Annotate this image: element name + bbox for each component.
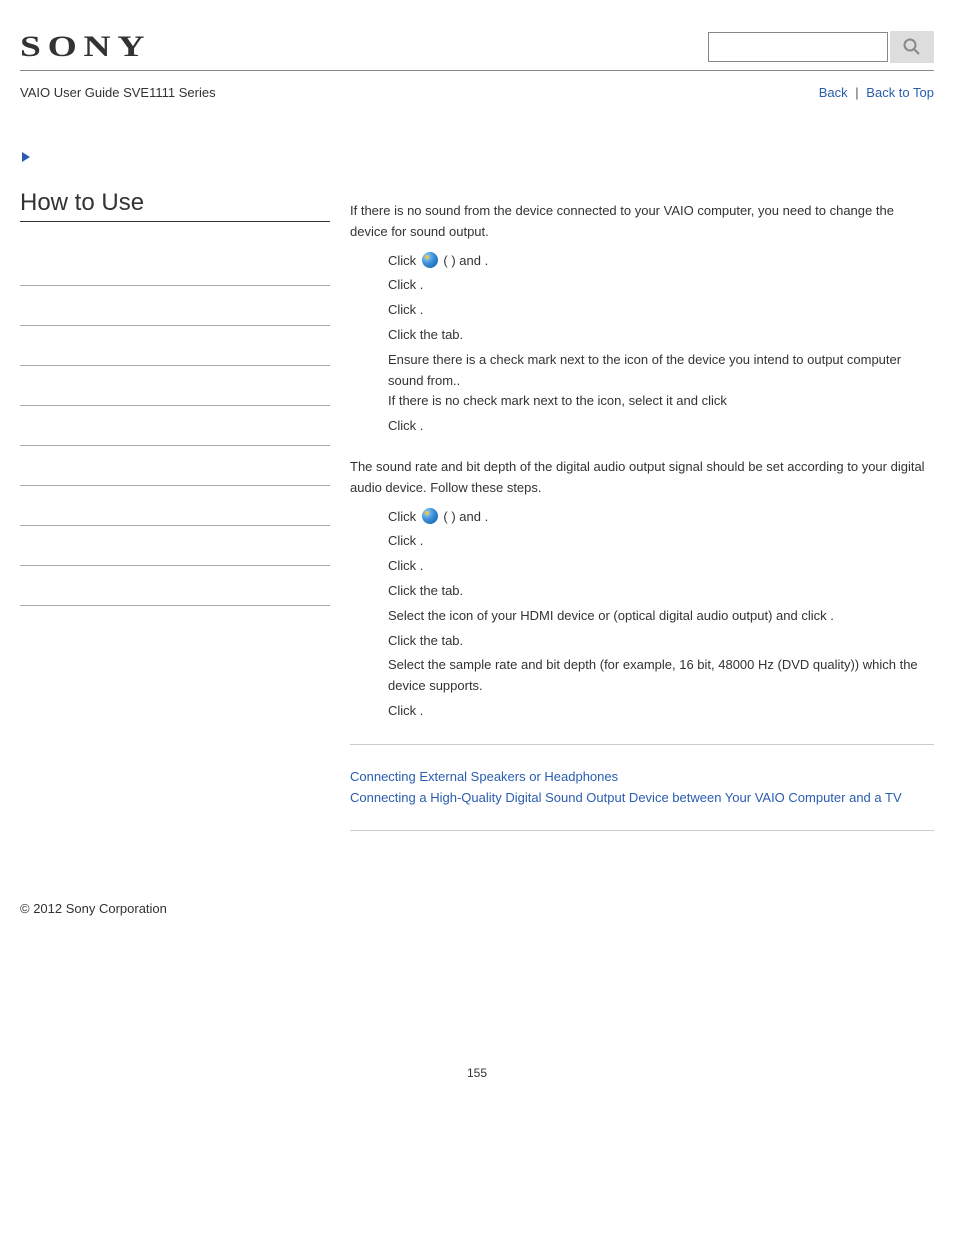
step-list-2: Click ( ) and . Click . Click . Click the t… <box>388 507 934 722</box>
step-item: Click the tab. <box>388 631 934 652</box>
sidebar-item[interactable] <box>20 566 330 606</box>
divider <box>350 830 934 831</box>
sidebar-item[interactable] <box>20 326 330 366</box>
step-item: Ensure there is a check mark next to the… <box>388 350 934 412</box>
main-content: If there is no sound from the device con… <box>350 187 934 853</box>
intro-paragraph-1: If there is no sound from the device con… <box>350 201 934 243</box>
step-item: Click ( ) and . <box>388 507 934 528</box>
sidebar-item[interactable] <box>20 446 330 486</box>
step-item: Click the tab. <box>388 325 934 346</box>
sidebar-item[interactable] <box>20 366 330 406</box>
search-icon <box>902 37 922 57</box>
sidebar-item[interactable] <box>20 246 330 286</box>
step-item: Click . <box>388 531 934 552</box>
sidebar-nav <box>20 246 330 606</box>
chevron-right-icon[interactable] <box>20 150 934 167</box>
sidebar-item[interactable] <box>20 526 330 566</box>
search-input[interactable] <box>708 32 888 62</box>
step-list-1: Click ( ) and . Click . Click . Click the t… <box>388 251 934 437</box>
step-item: Click ( ) and . <box>388 251 934 272</box>
page-number: 155 <box>20 1066 934 1080</box>
related-link[interactable]: Connecting External Speakers or Headphon… <box>350 769 618 784</box>
intro-paragraph-2: The sound rate and bit depth of the digi… <box>350 457 934 499</box>
sony-logo: SONY <box>20 30 151 64</box>
copyright: © 2012 Sony Corporation <box>20 901 934 916</box>
step-item: Click . <box>388 300 934 321</box>
sidebar-title: How to Use <box>20 189 330 217</box>
step-item: Click . <box>388 556 934 577</box>
step-item: Click . <box>388 275 934 296</box>
step-item: Select the icon of your HDMI device or (… <box>388 606 934 627</box>
back-to-top-link[interactable]: Back to Top <box>866 85 934 100</box>
back-link[interactable]: Back <box>819 85 848 100</box>
related-link[interactable]: Connecting a High-Quality Digital Sound … <box>350 790 902 805</box>
step-item: Click the tab. <box>388 581 934 602</box>
related-links: Connecting External Speakers or Headphon… <box>350 767 934 809</box>
sidebar-item[interactable] <box>20 406 330 446</box>
windows-start-icon <box>422 252 438 268</box>
sidebar-item[interactable] <box>20 286 330 326</box>
step-item: Click . <box>388 416 934 437</box>
sidebar-item[interactable] <box>20 486 330 526</box>
step-item: Click . <box>388 701 934 722</box>
search-button[interactable] <box>890 31 934 63</box>
separator: | <box>855 85 858 100</box>
windows-start-icon <box>422 508 438 524</box>
step-item: Select the sample rate and bit depth (fo… <box>388 655 934 697</box>
breadcrumb: VAIO User Guide SVE1111 Series <box>20 85 216 100</box>
sidebar: How to Use <box>20 187 330 853</box>
divider <box>350 744 934 745</box>
